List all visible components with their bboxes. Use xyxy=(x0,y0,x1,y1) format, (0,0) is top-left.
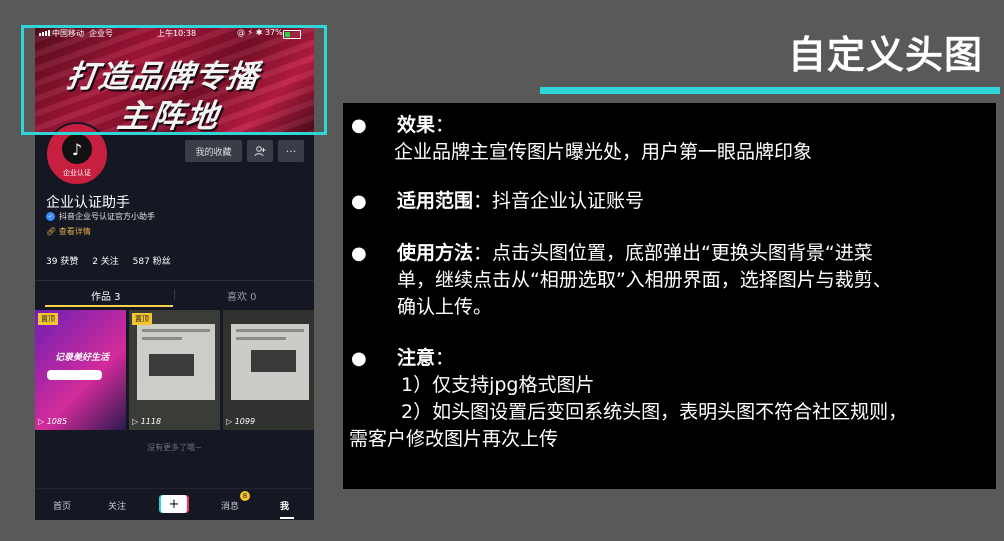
verified-row: ✓ 抖音企业号认证官方小助手 xyxy=(46,211,155,222)
pinned-badge: 置顶 xyxy=(38,313,58,325)
tiktok-logo-icon: ♪ xyxy=(62,134,92,164)
video-thumbnail[interactable]: 置顶 ▷ 1118 xyxy=(129,310,220,430)
scope-label: 适用范围 xyxy=(397,190,474,212)
link-icon: 🔗︎ xyxy=(46,227,57,236)
video-thumbnail[interactable]: ▷ 1099 xyxy=(223,310,314,430)
view-details-link[interactable]: 🔗︎ 查看详情 xyxy=(46,226,91,237)
view-count-value: 1118 xyxy=(140,417,162,426)
header-highlight-frame xyxy=(21,25,327,135)
view-count: ▷ 1099 xyxy=(226,417,256,426)
verified-text: 抖音企业号认证官方小助手 xyxy=(59,212,155,221)
notice-label: 注意 xyxy=(397,347,436,369)
stat-likes[interactable]: 39 获赞 xyxy=(46,257,78,267)
active-tab-indicator xyxy=(45,305,173,307)
nav-follow[interactable]: 关注 xyxy=(108,499,126,512)
view-details-label: 查看详情 xyxy=(58,227,91,236)
info-panel: ● 效果： 企业品牌主宣传图片曝光处，用户第一眼品牌印象 ● 适用范围：抖音企业… xyxy=(343,103,996,489)
tab-separator xyxy=(174,290,175,300)
add-user-icon xyxy=(254,146,266,157)
divider xyxy=(35,280,314,281)
view-count-value: 1099 xyxy=(234,417,256,426)
effect-sep: ： xyxy=(435,114,455,136)
avatar-cert-label: 企业认证 xyxy=(63,169,91,177)
end-of-list-text: 没有更多了哦~ xyxy=(147,443,202,452)
add-user-button[interactable] xyxy=(247,140,273,162)
usage-line-3: 确认上传。 xyxy=(397,296,493,318)
tab-works[interactable]: 作品 3 xyxy=(91,288,121,303)
slide-title: 自定义头图 xyxy=(788,33,984,77)
view-count: ▷ 1085 xyxy=(38,417,68,426)
bullet: ● xyxy=(351,243,367,264)
video-caption-bar xyxy=(47,370,102,380)
bottom-nav: 首页 关注 + 消息 8 我 xyxy=(35,488,314,520)
scope-line: 适用范围：抖音企业认证账号 xyxy=(397,188,644,215)
usage-line-2: 单，继续点击从“相册选取”入相册界面，选择图片与裁剪、 xyxy=(397,269,892,291)
nav-me[interactable]: 我 xyxy=(280,499,289,512)
profile-name: 企业认证助手 xyxy=(46,195,130,211)
verified-check-icon: ✓ xyxy=(46,212,55,221)
more-button[interactable]: ··· xyxy=(278,140,304,162)
stat-following[interactable]: 2 关注 xyxy=(92,257,119,267)
notice-item-1: 1）仅支持jpg格式图片 xyxy=(401,374,595,396)
view-count: ▷ 1118 xyxy=(132,417,162,426)
bullet: ● xyxy=(351,191,367,212)
scope-text: ：抖音企业认证账号 xyxy=(473,190,645,212)
usage-text-1: ：点击头图位置，底部弹出“更换头图背景“进菜 xyxy=(473,242,873,264)
video-thumbnail[interactable]: 置顶 记录美好生活 ▷ 1085 xyxy=(35,310,126,430)
bullet: ● xyxy=(351,115,367,136)
messages-badge: 8 xyxy=(240,491,250,501)
screenshot-preview xyxy=(137,324,215,400)
notice-sep: ： xyxy=(435,347,455,369)
nav-home[interactable]: 首页 xyxy=(53,499,71,512)
notice-item-2-cont: 需客户修改图片再次上传 xyxy=(349,428,559,450)
create-video-button[interactable]: + xyxy=(161,495,187,513)
pinned-badge: 置顶 xyxy=(132,313,152,325)
usage-line-1: 使用方法：点击头图位置，底部弹出“更换头图背景“进菜 xyxy=(397,240,873,267)
video-caption: 记录美好生活 xyxy=(55,353,110,363)
view-count-value: 1085 xyxy=(46,417,68,426)
effect-heading: 效果： xyxy=(397,112,454,139)
notice-item-2: 2）如头图设置后变回系统头图，表明头图不符合社区规则， xyxy=(401,401,908,423)
stat-followers[interactable]: 587 粉丝 xyxy=(133,257,171,267)
profile-stats: 39 获赞 2 关注 587 粉丝 xyxy=(46,254,182,267)
usage-label: 使用方法 xyxy=(397,242,474,264)
favorites-button[interactable]: 我的收藏 xyxy=(185,140,242,162)
tab-likes[interactable]: 喜欢 0 xyxy=(227,288,257,303)
nav-messages[interactable]: 消息 xyxy=(221,499,239,512)
bullet: ● xyxy=(351,348,367,369)
nav-active-indicator xyxy=(280,517,294,519)
title-accent-line xyxy=(540,87,1000,94)
screenshot-preview xyxy=(231,324,309,400)
effect-text: 企业品牌主宣传图片曝光处，用户第一眼品牌印象 xyxy=(394,141,813,163)
effect-label: 效果 xyxy=(397,114,436,136)
notice-heading: 注意： xyxy=(397,345,454,372)
